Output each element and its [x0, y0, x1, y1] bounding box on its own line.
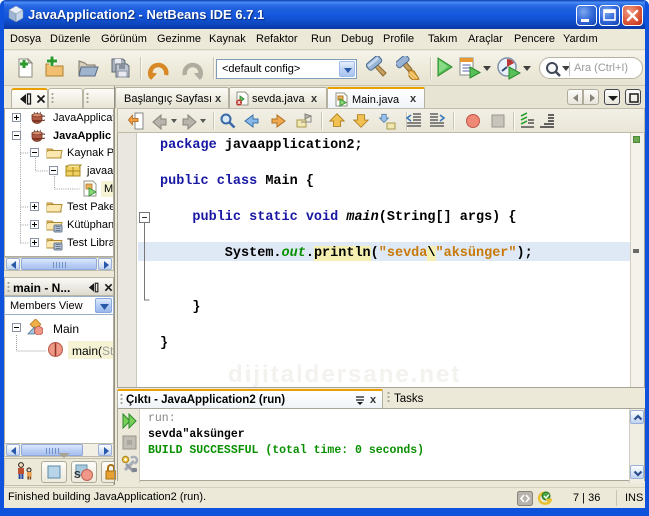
svg-text:S: S: [74, 470, 81, 481]
